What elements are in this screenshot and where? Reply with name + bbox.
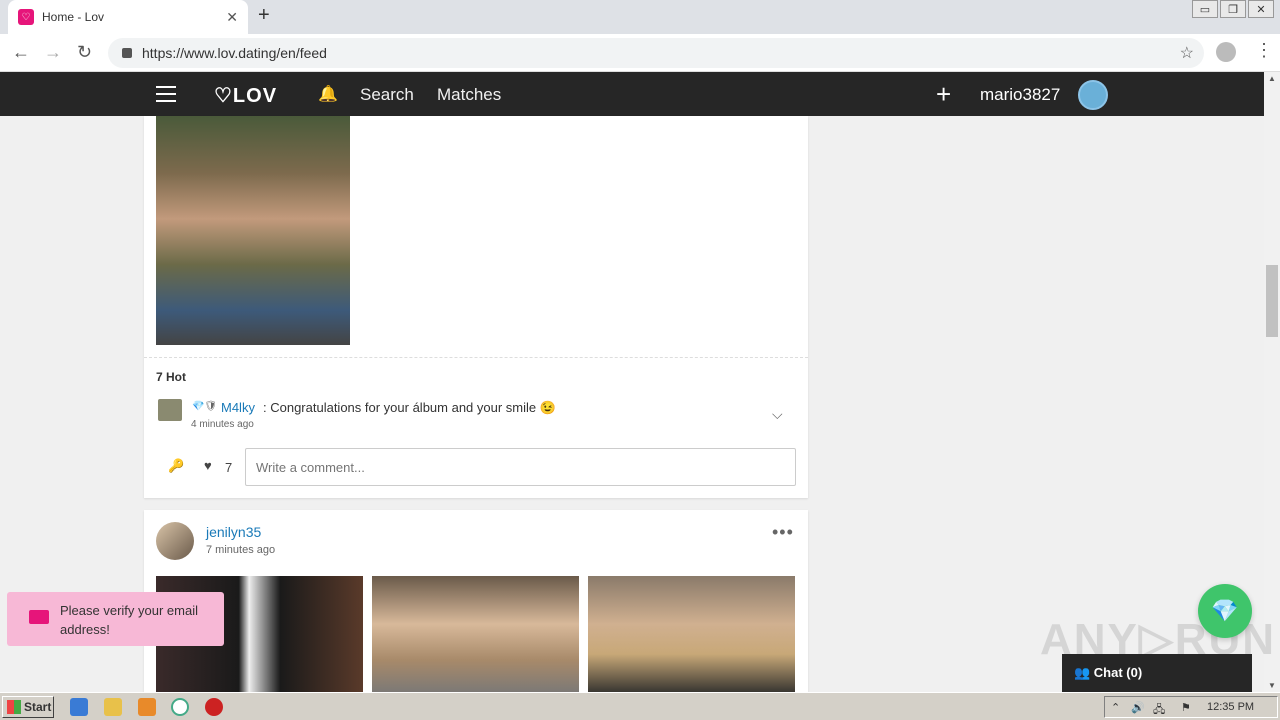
scrollbar-thumb[interactable] xyxy=(1266,265,1278,337)
user-avatar[interactable] xyxy=(1078,80,1108,110)
ie-icon[interactable] xyxy=(70,698,88,716)
opera-icon[interactable] xyxy=(205,698,223,716)
gallery-photo[interactable] xyxy=(372,576,579,692)
hot-count[interactable]: 7 Hot xyxy=(156,370,186,384)
folder-icon[interactable] xyxy=(104,698,122,716)
heart-icon[interactable]: ♥ xyxy=(204,458,212,473)
new-tab-button[interactable]: + xyxy=(258,4,270,27)
url-text: https://www.lov.dating/en/feed xyxy=(142,45,327,61)
nav-matches[interactable]: Matches xyxy=(437,85,501,105)
comment-text: : Congratulations for your álbum and you… xyxy=(263,400,556,415)
like-count: 7 xyxy=(225,460,233,475)
browser-tab[interactable]: ♡ Home - Lov ✕ xyxy=(8,0,248,34)
author-avatar[interactable] xyxy=(156,522,194,560)
post-divider xyxy=(144,357,808,358)
url-bar[interactable]: https://www.lov.dating/en/feed ☆ xyxy=(108,38,1204,68)
start-button[interactable]: Start xyxy=(2,696,54,718)
media-player-icon[interactable] xyxy=(138,698,156,716)
toast-message: Please verify your email address! xyxy=(60,603,198,637)
chat-label: 👥 Chat (0) xyxy=(1074,665,1143,680)
minimize-button[interactable]: ▭ xyxy=(1192,0,1218,18)
action-center-flag-icon[interactable]: ⚑ xyxy=(1181,701,1191,714)
post-time: 7 minutes ago xyxy=(206,544,276,556)
hamburger-menu-icon[interactable] xyxy=(156,86,176,102)
verify-email-toast[interactable]: Please verify your email address! xyxy=(7,592,224,646)
scroll-up-icon[interactable]: ▲ xyxy=(1268,74,1276,83)
diamond-icon: 💎 xyxy=(1211,598,1239,623)
commenter-avatar[interactable] xyxy=(158,399,182,421)
commenter-badges-icon: 💎🛡 xyxy=(192,401,218,412)
lov-logo[interactable]: ♡LOV xyxy=(214,83,277,108)
restore-button[interactable]: ❐ xyxy=(1220,0,1246,18)
commenter-username[interactable]: M4lky xyxy=(221,400,255,415)
profile-avatar-icon[interactable] xyxy=(1216,42,1236,62)
browser-menu-icon[interactable]: ⋮ xyxy=(1255,40,1273,61)
bookmark-star-icon[interactable]: ☆ xyxy=(1180,43,1194,63)
premium-diamond-button[interactable]: 💎 xyxy=(1198,584,1252,638)
feed-post: jenilyn35 7 minutes ago ••• xyxy=(144,510,808,692)
lov-favicon-icon: ♡ xyxy=(18,9,34,25)
reload-button[interactable]: ↻ xyxy=(77,42,92,63)
scroll-down-icon[interactable]: ▼ xyxy=(1268,681,1276,690)
tray-expand-icon[interactable]: ⌃ xyxy=(1111,701,1120,714)
volume-icon[interactable]: 🔊 xyxy=(1131,701,1145,714)
mail-icon xyxy=(29,610,49,624)
browser-tab-bar: ♡ Home - Lov ✕ + ▭ ❐ ✕ xyxy=(0,0,1280,34)
page-scrollbar[interactable]: ▲ ▼ xyxy=(1264,72,1280,692)
comment-time: 4 minutes ago xyxy=(191,419,254,430)
start-label: Start xyxy=(24,700,52,714)
windows-flag-icon xyxy=(7,700,21,714)
close-window-button[interactable]: ✕ xyxy=(1248,0,1274,18)
add-icon[interactable]: + xyxy=(936,79,951,110)
network-icon[interactable]: 🖧 xyxy=(1153,701,1165,720)
lock-icon xyxy=(122,48,132,58)
chrome-icon[interactable] xyxy=(171,698,189,716)
feed-post: 7 Hot 💎🛡 M4lky : Congratulations for you… xyxy=(144,116,808,498)
key-icon[interactable]: 🔑 xyxy=(168,458,184,474)
chat-bar[interactable]: 👥 Chat (0) xyxy=(1062,654,1252,692)
author-username[interactable]: jenilyn35 xyxy=(206,524,261,540)
windows-taskbar: Start ⌃ 🔊 🖧 ⚑ 12:35 PM xyxy=(0,692,1280,720)
window-controls: ▭ ❐ ✕ xyxy=(1190,0,1274,18)
comment-input[interactable] xyxy=(245,448,796,486)
site-header: ♡LOV 🔔 Search Matches + mario3827 xyxy=(0,72,1264,116)
close-tab-icon[interactable]: ✕ xyxy=(226,9,238,26)
forward-button[interactable]: → xyxy=(44,42,62,63)
post-photo[interactable] xyxy=(156,116,350,345)
chevron-down-icon[interactable]: ⌵ xyxy=(772,406,783,423)
more-options-icon[interactable]: ••• xyxy=(772,522,794,543)
tab-title: Home - Lov xyxy=(42,10,105,24)
nav-search[interactable]: Search xyxy=(360,85,414,105)
clock[interactable]: 12:35 PM xyxy=(1207,701,1254,713)
system-tray: ⌃ 🔊 🖧 ⚑ 12:35 PM xyxy=(1104,696,1278,718)
username-link[interactable]: mario3827 xyxy=(980,85,1060,105)
back-button[interactable]: ← xyxy=(12,42,30,63)
gallery-photo[interactable] xyxy=(588,576,795,692)
bell-icon[interactable]: 🔔 xyxy=(318,84,338,104)
address-bar-row: ← → ↻ https://www.lov.dating/en/feed ☆ xyxy=(0,34,1280,72)
